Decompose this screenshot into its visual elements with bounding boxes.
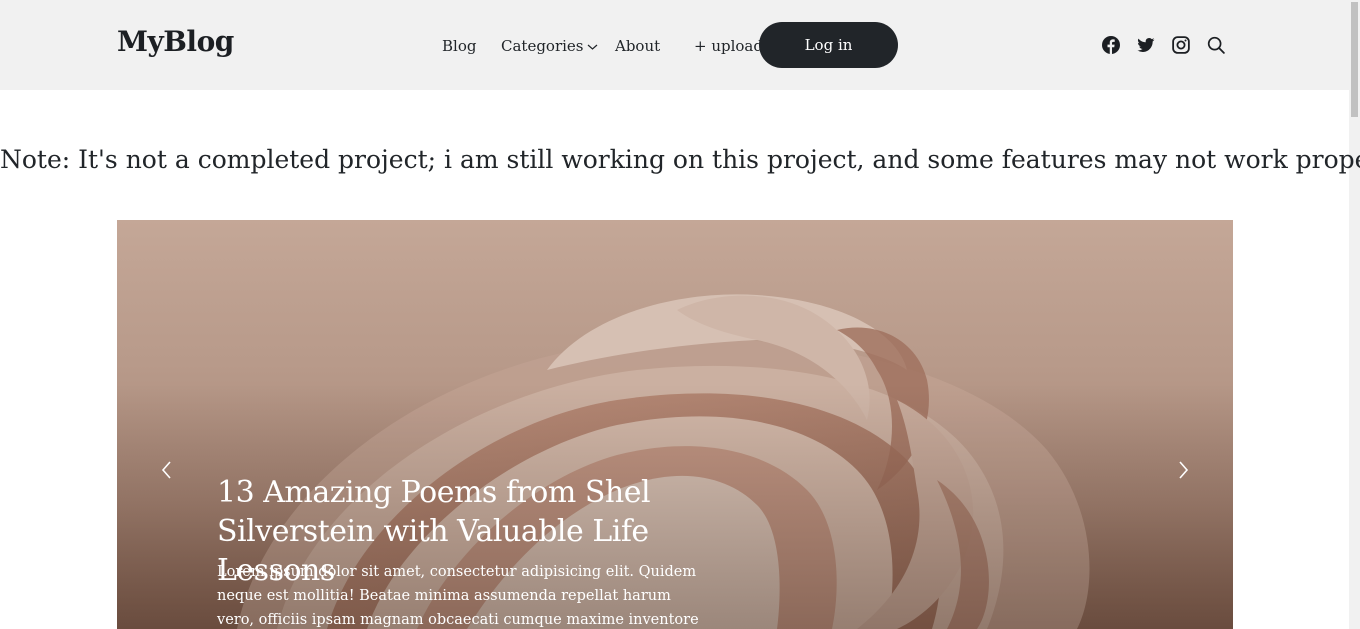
nav-link-categories-label: Categories	[501, 37, 584, 55]
nav-link-upload[interactable]: + upload	[694, 35, 763, 57]
carousel-next-button[interactable]	[1173, 460, 1193, 480]
scrollbar-thumb[interactable]	[1351, 2, 1358, 117]
hero-carousel: 13 Amazing Poems from Shel Silverstein w…	[117, 220, 1233, 629]
navbar: MyBlog Blog Categories About + upload Lo…	[0, 0, 1349, 90]
chevron-down-icon	[587, 44, 597, 50]
hero-excerpt: Lorem ipsum dolor sit amet, consectetur …	[217, 564, 699, 628]
project-note: Note: It's not a completed project; i am…	[0, 145, 1360, 174]
brand-logo[interactable]: MyBlog	[117, 24, 234, 60]
chevron-right-icon	[1179, 461, 1189, 479]
instagram-icon[interactable]	[1172, 36, 1190, 54]
nav-link-blog[interactable]: Blog	[442, 35, 476, 57]
facebook-icon[interactable]	[1102, 36, 1120, 54]
twitter-icon[interactable]	[1137, 36, 1155, 54]
login-button[interactable]: Log in	[759, 22, 898, 68]
page-scrollbar[interactable]	[1349, 0, 1360, 629]
carousel-prev-button[interactable]	[157, 460, 177, 480]
nav-link-categories[interactable]: Categories	[501, 35, 598, 57]
nav-link-about[interactable]: About	[615, 35, 660, 57]
search-icon[interactable]	[1207, 36, 1225, 54]
chevron-left-icon	[161, 461, 171, 479]
